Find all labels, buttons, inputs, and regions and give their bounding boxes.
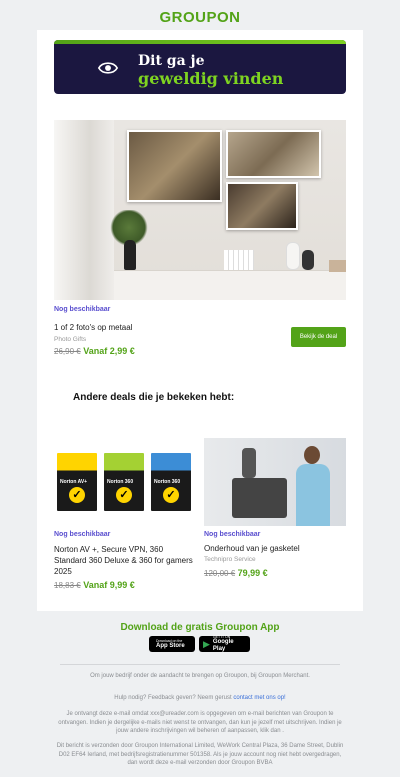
hero-line-2: geweldig vinden [138,69,284,88]
deal-title[interactable]: Norton AV +, Secure VPN, 360 Standard 36… [54,544,196,577]
deal-merchant: Photo Gifts [54,336,87,343]
technician-figure [294,446,332,526]
metal-photo-3 [226,182,298,230]
deal-title[interactable]: 1 of 2 foto's op metaal [54,323,132,332]
norton-box-label: Norton AV+ [60,479,88,485]
download-app-title: Download de gratis Groupon App [120,622,280,633]
app-store-small: Download on the [156,638,183,643]
footer-merchant-text: Om jouw bedrijf onder de aandacht te bre… [90,673,310,679]
email-card: Dit ga je geweldig vinden Nog beschikbaa… [37,30,363,611]
norton-box-2: Norton 360 ✓ [104,453,144,511]
deal-merchant: Technipro Service [204,556,256,563]
footer-divider [60,664,340,665]
metal-photo-2 [226,130,321,178]
new-price: Vanaf 2,99 € [83,346,135,356]
jar-decoration [286,242,300,270]
footer-sender-text: Dit bericht is verzonden door Groupon In… [56,743,344,766]
old-price: 18,83 € [54,581,81,590]
norton-box-label: Norton 360 [107,479,134,485]
deal-title[interactable]: Onderhoud van je gasketel [204,544,300,553]
groupon-logo[interactable]: GROUPON [0,9,400,26]
deal-image-photos-on-metal[interactable] [54,120,346,300]
vase-decoration [124,240,136,270]
box-decoration [329,260,346,272]
deal-image-norton[interactable]: Norton AV+ ✓ Norton 360 ✓ Norton 360 ✓ [54,438,196,526]
old-price: 26,90 € [54,347,81,356]
google-play-button[interactable]: ▶ GET IT ON Google Play [199,635,250,653]
deal-price: 18,83 € Vanaf 9,99 € [54,580,135,590]
curtain-decoration [54,120,114,300]
hero-stripe [54,40,346,44]
app-store-button[interactable]: Download on the App Store [149,636,195,652]
view-deal-button[interactable]: Bekijk de deal [291,327,346,347]
app-store-big: App Store [156,642,185,649]
google-play-text: GET IT ON Google Play [213,635,246,653]
deal-price: 120,00 € 79,99 € [204,568,268,578]
app-store-text: Download on the App Store [156,639,185,650]
help-prefix: Hulp nodig? Feedback geven? Neem gerust [114,695,234,701]
technician-head [304,446,320,464]
new-price: Vanaf 9,99 € [83,580,135,590]
new-price: 79,99 € [237,568,268,578]
metal-photo-1 [127,130,222,202]
eye-icon [97,62,119,74]
contact-link[interactable]: contact met ons op! [233,695,285,701]
google-play-big: Google Play [212,639,234,652]
deal-status: Nog beschikbaar [204,531,261,538]
hero-banner: Dit ga je geweldig vinden [54,40,346,94]
jar-decoration-dark [302,250,314,270]
norton-box-1: Norton AV+ ✓ [57,453,97,511]
checkmark-icon: ✓ [116,487,132,503]
deal-image-boiler[interactable] [204,438,346,526]
section-title: Andere deals die je bekeken hebt: [73,392,235,403]
footer-help-text: Hulp nodig? Feedback geven? Neem gerust … [55,694,345,703]
deal-status: Nog beschikbaar [54,531,111,538]
checkmark-icon: ✓ [69,487,85,503]
hero-line-1: Dit ga je [138,53,205,69]
books-decoration [224,250,254,270]
sideboard [114,270,346,300]
deal-price: 26,90 € Vanaf 2,99 € [54,346,135,356]
norton-box-label: Norton 360 [154,479,181,485]
pipe-decoration [242,448,256,478]
boiler-decoration [232,478,287,518]
deal-status: Nog beschikbaar [54,306,111,313]
footer-optin-text: Je ontvangt deze e-mail omdat xxx@ureade… [58,711,342,734]
play-icon: ▶ [203,638,210,649]
old-price: 120,00 € [204,569,236,578]
checkmark-icon: ✓ [163,487,179,503]
norton-box-3: Norton 360 ✓ [151,453,191,511]
technician-body [296,464,330,526]
